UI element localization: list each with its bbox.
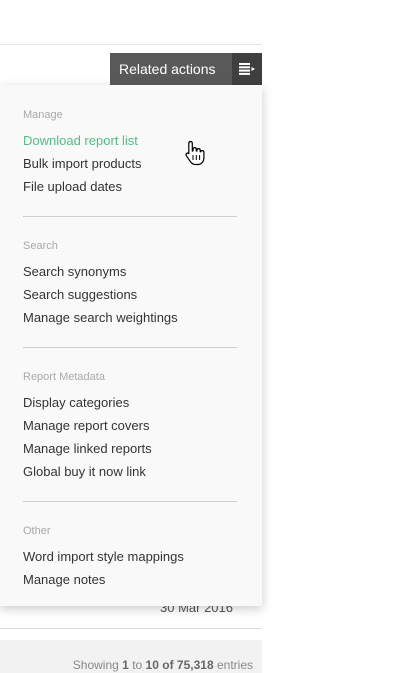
pagination-from: 1: [122, 658, 129, 672]
related-actions-button[interactable]: Related actions: [110, 53, 262, 85]
related-actions-dropdown: Manage Download report list Bulk import …: [0, 85, 262, 606]
pagination-suffix: entries: [216, 658, 253, 672]
menu-item-file-upload-dates[interactable]: File upload dates: [23, 179, 122, 194]
list-menu-icon: [232, 53, 262, 85]
menu-item-search-synonyms[interactable]: Search synonyms: [23, 264, 126, 279]
pagination-prefix: Showing: [72, 658, 119, 672]
menu-item-manage-notes[interactable]: Manage notes: [23, 572, 105, 587]
pagination-to: 10: [145, 658, 159, 672]
table-footer: Showing 1 to 10 of 75,318 entries: [0, 640, 262, 673]
section-divider: [23, 216, 237, 217]
section-divider: [23, 501, 237, 502]
pagination-of-word: of: [162, 658, 174, 672]
menu-item-manage-linked-reports[interactable]: Manage linked reports: [23, 441, 152, 456]
section-divider: [23, 347, 237, 348]
section-heading-manage: Manage: [23, 109, 63, 121]
section-heading-report-metadata: Report Metadata: [23, 371, 105, 383]
menu-item-download-report-list[interactable]: Download report list: [23, 133, 138, 148]
menu-item-word-import-style-mappings[interactable]: Word import style mappings: [23, 549, 184, 564]
pagination-total: 75,318: [176, 658, 214, 672]
hand-pointer-cursor-icon: [185, 140, 205, 166]
pagination-info: Showing 1 to 10 of 75,318 entries: [73, 658, 253, 672]
section-heading-search: Search: [23, 240, 58, 252]
related-actions-label: Related actions: [119, 61, 216, 77]
table-bottom-border: [0, 628, 262, 629]
menu-item-manage-search-weightings[interactable]: Manage search weightings: [23, 310, 178, 325]
pagination-to-word: to: [132, 658, 143, 672]
menu-item-global-buy-it-now-link[interactable]: Global buy it now link: [23, 464, 146, 479]
table-top-border: [0, 44, 262, 45]
page: Related actions 30 Mar 2016 Manage Downl…: [0, 0, 397, 673]
menu-item-search-suggestions[interactable]: Search suggestions: [23, 287, 137, 302]
section-heading-other: Other: [23, 525, 51, 537]
menu-item-display-categories[interactable]: Display categories: [23, 395, 129, 410]
menu-item-bulk-import-products[interactable]: Bulk import products: [23, 156, 142, 171]
menu-item-manage-report-covers[interactable]: Manage report covers: [23, 418, 149, 433]
